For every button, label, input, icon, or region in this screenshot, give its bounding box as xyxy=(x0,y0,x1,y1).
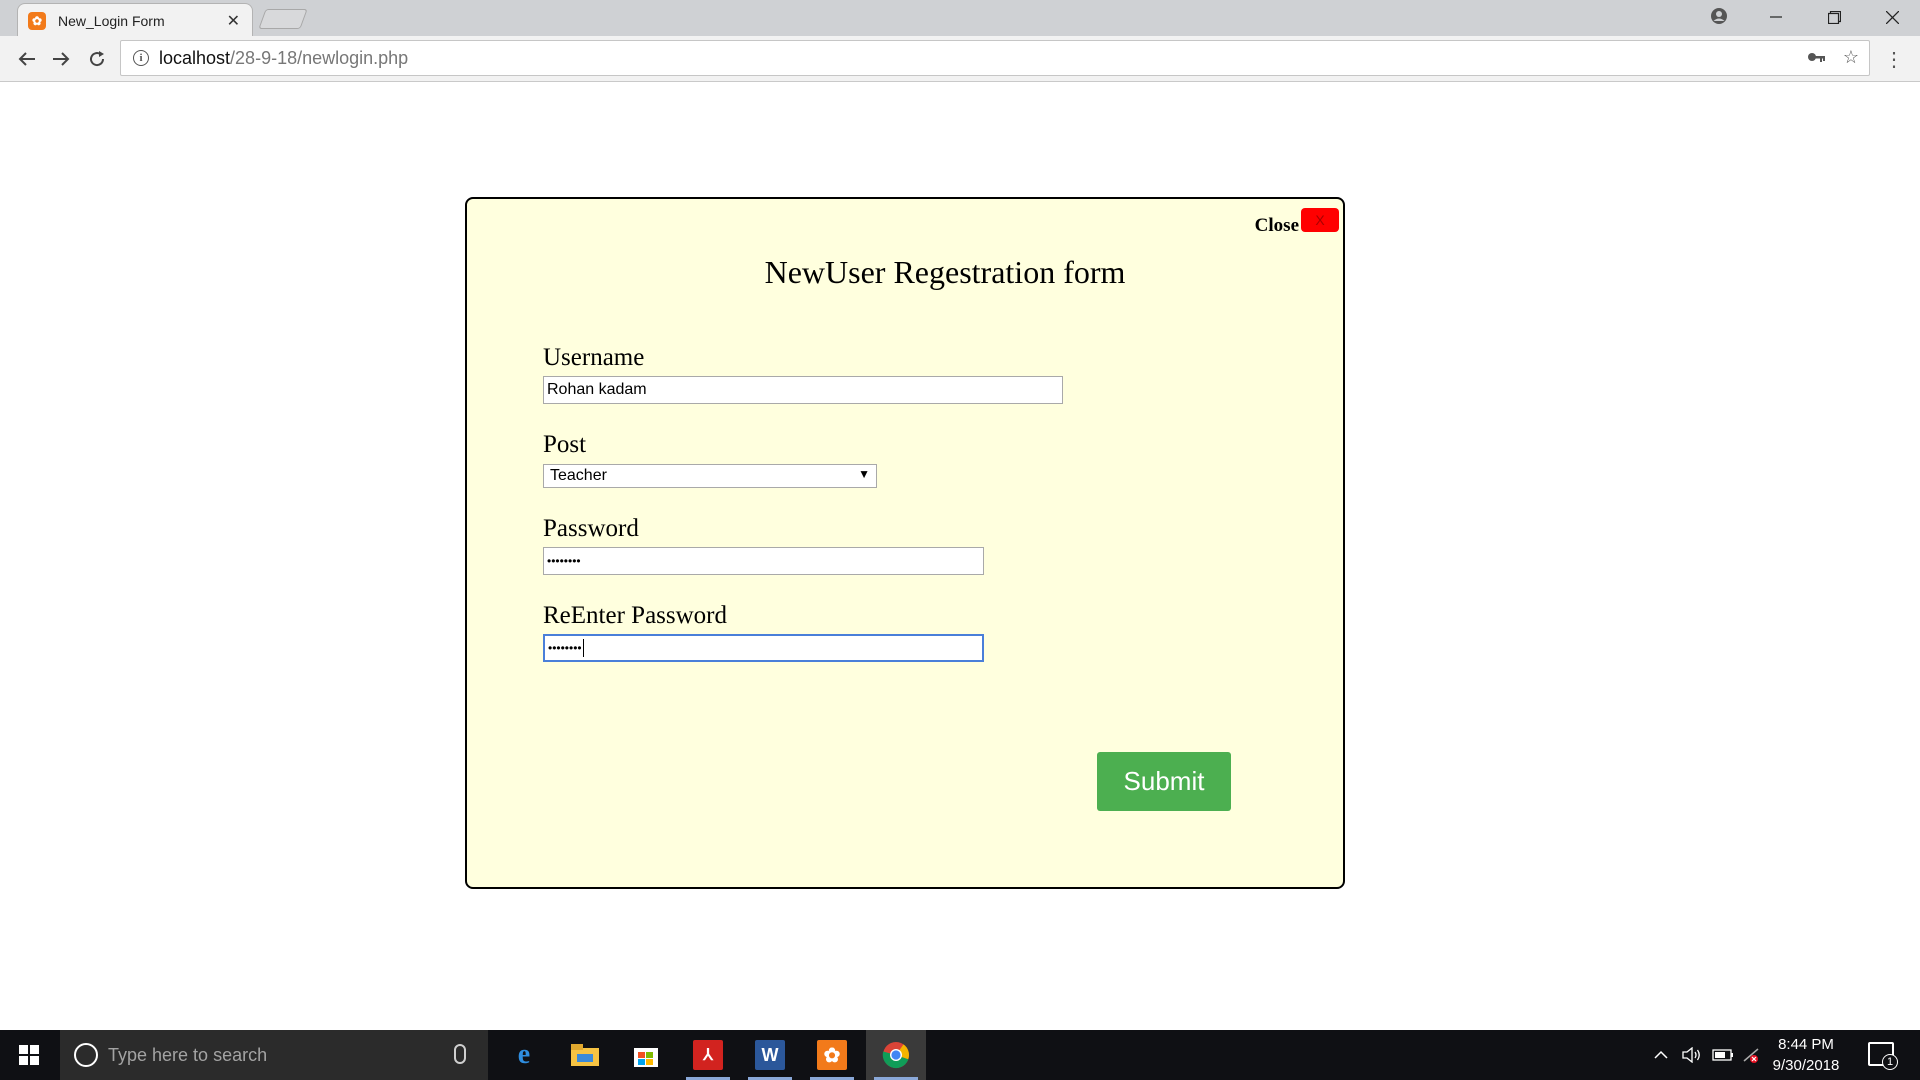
submit-button[interactable]: Submit xyxy=(1097,752,1231,811)
bookmark-star-icon[interactable]: ☆ xyxy=(1843,47,1859,68)
post-selected-value: Teacher xyxy=(550,467,607,484)
key-icon[interactable] xyxy=(1807,47,1825,68)
reload-icon[interactable] xyxy=(82,44,112,74)
word-icon[interactable]: W xyxy=(740,1030,800,1080)
restore-icon[interactable] xyxy=(1806,0,1862,34)
show-hidden-icons[interactable] xyxy=(1654,1030,1668,1080)
taskbar-search[interactable]: Type here to search xyxy=(60,1030,488,1080)
profile-icon[interactable] xyxy=(1708,5,1730,27)
reenter-password-value: •••••••• xyxy=(548,641,582,655)
browser-toolbar: i localhost /28-9-18/newlogin.php ☆ ⋮ xyxy=(0,36,1920,82)
registration-dialog: Close X NewUser Regestration form Userna… xyxy=(465,197,1345,889)
file-explorer-icon[interactable] xyxy=(555,1030,615,1080)
chrome-menu-icon[interactable]: ⋮ xyxy=(1882,44,1906,74)
battery-icon[interactable] xyxy=(1712,1030,1734,1080)
screen: ✿ New_Login Form ✕ i localhost /28-9-18/… xyxy=(0,0,1920,1080)
post-select[interactable]: Teacher ▼ xyxy=(543,464,877,488)
volume-icon[interactable] xyxy=(1682,1030,1702,1080)
back-icon[interactable] xyxy=(12,44,42,74)
store-icon[interactable] xyxy=(616,1030,676,1080)
address-bar-actions: ☆ xyxy=(1807,47,1859,68)
action-center-icon[interactable]: 1 xyxy=(1868,1042,1898,1070)
url-path: /28-9-18/newlogin.php xyxy=(230,47,409,68)
forward-icon[interactable] xyxy=(46,44,76,74)
clock-time: 8:44 PM xyxy=(1778,1036,1834,1053)
clock[interactable]: 8:44 PM 9/30/2018 xyxy=(1758,1034,1854,1076)
url-host: localhost xyxy=(159,47,231,68)
edge-icon[interactable]: e xyxy=(494,1030,554,1080)
search-placeholder: Type here to search xyxy=(108,1044,268,1065)
xampp-favicon-icon: ✿ xyxy=(28,11,46,30)
windows-taskbar: Type here to search e ⅄ W ✿ 8:44 PM 9/30… xyxy=(0,1030,1920,1080)
new-tab-button[interactable] xyxy=(258,9,308,29)
reenter-password-label: ReEnter Password xyxy=(543,602,727,629)
close-button[interactable]: X xyxy=(1301,208,1339,232)
password-label: Password xyxy=(543,515,639,542)
close-control: Close X xyxy=(1255,203,1339,237)
minimize-icon[interactable] xyxy=(1748,0,1804,34)
form-title: NewUser Regestration form xyxy=(764,254,1126,290)
text-caret xyxy=(582,639,584,657)
dropdown-arrow-icon: ▼ xyxy=(858,467,870,481)
windows-start-icon[interactable] xyxy=(0,1030,58,1080)
acrobat-icon[interactable]: ⅄ xyxy=(678,1030,738,1080)
microphone-icon[interactable] xyxy=(454,1044,466,1064)
cortana-icon[interactable] xyxy=(74,1043,98,1067)
close-window-icon[interactable] xyxy=(1864,0,1920,34)
username-input[interactable]: Rohan kadam xyxy=(543,376,1063,404)
post-label: Post xyxy=(543,431,587,458)
close-label[interactable]: Close xyxy=(1255,215,1299,237)
site-info-icon[interactable]: i xyxy=(133,50,149,66)
chrome-icon[interactable] xyxy=(866,1030,926,1080)
notification-count: 1 xyxy=(1882,1054,1898,1070)
tab-close-icon[interactable]: ✕ xyxy=(227,11,240,31)
reenter-password-input[interactable]: •••••••• xyxy=(543,634,984,662)
tab-strip: ✿ New_Login Form ✕ xyxy=(0,0,1920,37)
password-input[interactable]: •••••••• xyxy=(543,547,984,575)
xampp-icon[interactable]: ✿ xyxy=(802,1030,862,1080)
clock-date: 9/30/2018 xyxy=(1772,1057,1840,1074)
username-label: Username xyxy=(543,344,645,371)
address-bar[interactable]: i localhost /28-9-18/newlogin.php ☆ xyxy=(120,40,1870,76)
browser-tab[interactable]: ✿ New_Login Form ✕ xyxy=(17,3,253,37)
tab-title: New_Login Form xyxy=(58,12,165,29)
